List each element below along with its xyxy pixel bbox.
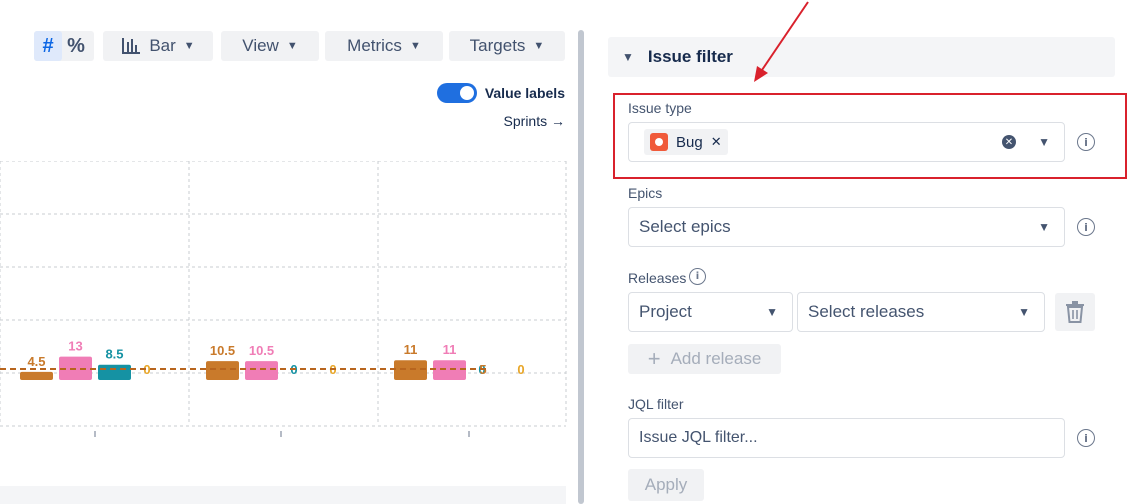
info-icon[interactable]: i <box>1077 133 1095 151</box>
trash-icon <box>1066 301 1084 323</box>
targets-label: Targets <box>469 36 526 55</box>
count-percent-toggle: # % <box>34 31 94 61</box>
x-tick-label: Apr 5 - Apr 18 (5) <box>415 440 522 441</box>
bar <box>394 360 427 380</box>
add-release-label: Add release <box>670 349 762 368</box>
releases-label: Releases <box>628 270 687 286</box>
chevron-down-icon: ▼ <box>1038 220 1050 234</box>
chevron-down-icon: ▼ <box>1018 305 1030 319</box>
value-labels-row: Value labels <box>436 83 565 103</box>
add-release-button[interactable]: + Add release <box>628 344 781 374</box>
issue-filter-header[interactable]: ▼ Issue filter <box>608 37 1115 77</box>
chevron-down-icon: ▼ <box>183 40 195 52</box>
value-labels-toggle[interactable] <box>436 83 477 103</box>
releases-placeholder: Select releases <box>808 302 925 321</box>
release-scope-value: Project <box>639 302 692 321</box>
chevron-down-icon: ▼ <box>533 40 545 52</box>
chevron-down-icon: ▼ <box>1038 135 1050 149</box>
annotation-arrow <box>754 1 809 82</box>
delete-release-button[interactable] <box>1055 293 1095 331</box>
release-scope-select[interactable]: Project ▼ <box>628 292 793 332</box>
view-label: View <box>242 36 279 55</box>
chevron-down-icon: ▼ <box>286 40 298 52</box>
issue-type-label: Issue type <box>628 100 692 116</box>
count-icon[interactable]: # <box>34 31 62 61</box>
remove-chip-icon[interactable]: ✕ <box>711 134 722 150</box>
bar-chart-icon <box>122 38 141 54</box>
view-button[interactable]: View ▼ <box>221 31 319 61</box>
data-label: 10.5 <box>210 343 235 358</box>
sprints-link[interactable]: Sprints → <box>504 113 565 129</box>
releases-select[interactable]: Select releases ▼ <box>797 292 1045 332</box>
apply-label: Apply <box>644 475 688 494</box>
issue-type-chip: Bug ✕ <box>644 129 728 155</box>
chart-type-button[interactable]: Bar ▼ <box>103 31 213 61</box>
chart-type-label: Bar <box>149 36 176 55</box>
data-label: 13 <box>68 339 82 354</box>
apply-button[interactable]: Apply <box>628 469 704 501</box>
chip-label: Bug <box>676 133 703 151</box>
info-icon[interactable]: i <box>1077 218 1095 236</box>
bar <box>206 361 239 380</box>
info-icon[interactable]: i <box>1077 429 1095 447</box>
chevron-down-icon: ▼ <box>622 50 634 64</box>
metrics-button[interactable]: Metrics ▼ <box>325 31 443 61</box>
clear-icon[interactable]: ✕ <box>1002 135 1016 149</box>
data-label: 0 <box>517 362 524 377</box>
jql-input[interactable]: Issue JQL filter... <box>628 418 1065 458</box>
data-label: 11 <box>443 342 457 357</box>
epics-placeholder: Select epics <box>639 217 731 236</box>
bar <box>98 364 131 380</box>
data-label: 4.5 <box>27 354 45 369</box>
panel-title: Issue filter <box>647 47 733 66</box>
epics-label: Epics <box>628 185 663 201</box>
percent-icon[interactable]: % <box>62 31 90 61</box>
bottom-strip <box>0 486 566 504</box>
jql-placeholder: Issue JQL filter... <box>639 429 758 446</box>
bar <box>245 361 278 380</box>
bug-icon <box>650 133 668 151</box>
chevron-down-icon: ▼ <box>409 40 421 52</box>
metrics-label: Metrics <box>347 36 402 55</box>
value-labels-label: Value labels <box>484 85 565 101</box>
bar <box>20 371 53 380</box>
targets-button[interactable]: Targets ▼ <box>449 31 565 61</box>
jql-label: JQL filter <box>628 396 684 412</box>
chevron-down-icon: ▼ <box>766 305 778 319</box>
bar <box>433 360 466 380</box>
data-label: 10.5 <box>249 343 274 358</box>
x-tick-label: Mar 8 - Mar 21 (5) <box>39 440 152 441</box>
x-tick-label: Mar 22 - Apr 4 (5) <box>226 440 336 441</box>
sprint-bar-chart: 4.5138.50Mar 8 - Mar 21 (5)10.510.500Mar… <box>0 161 567 441</box>
data-label: 11 <box>404 342 418 357</box>
info-icon[interactable]: i <box>689 268 706 285</box>
panel-splitter[interactable] <box>578 30 584 504</box>
epics-select[interactable]: Select epics ▼ <box>628 207 1065 247</box>
data-label: 8.5 <box>105 347 123 362</box>
plus-icon: + <box>647 346 661 371</box>
